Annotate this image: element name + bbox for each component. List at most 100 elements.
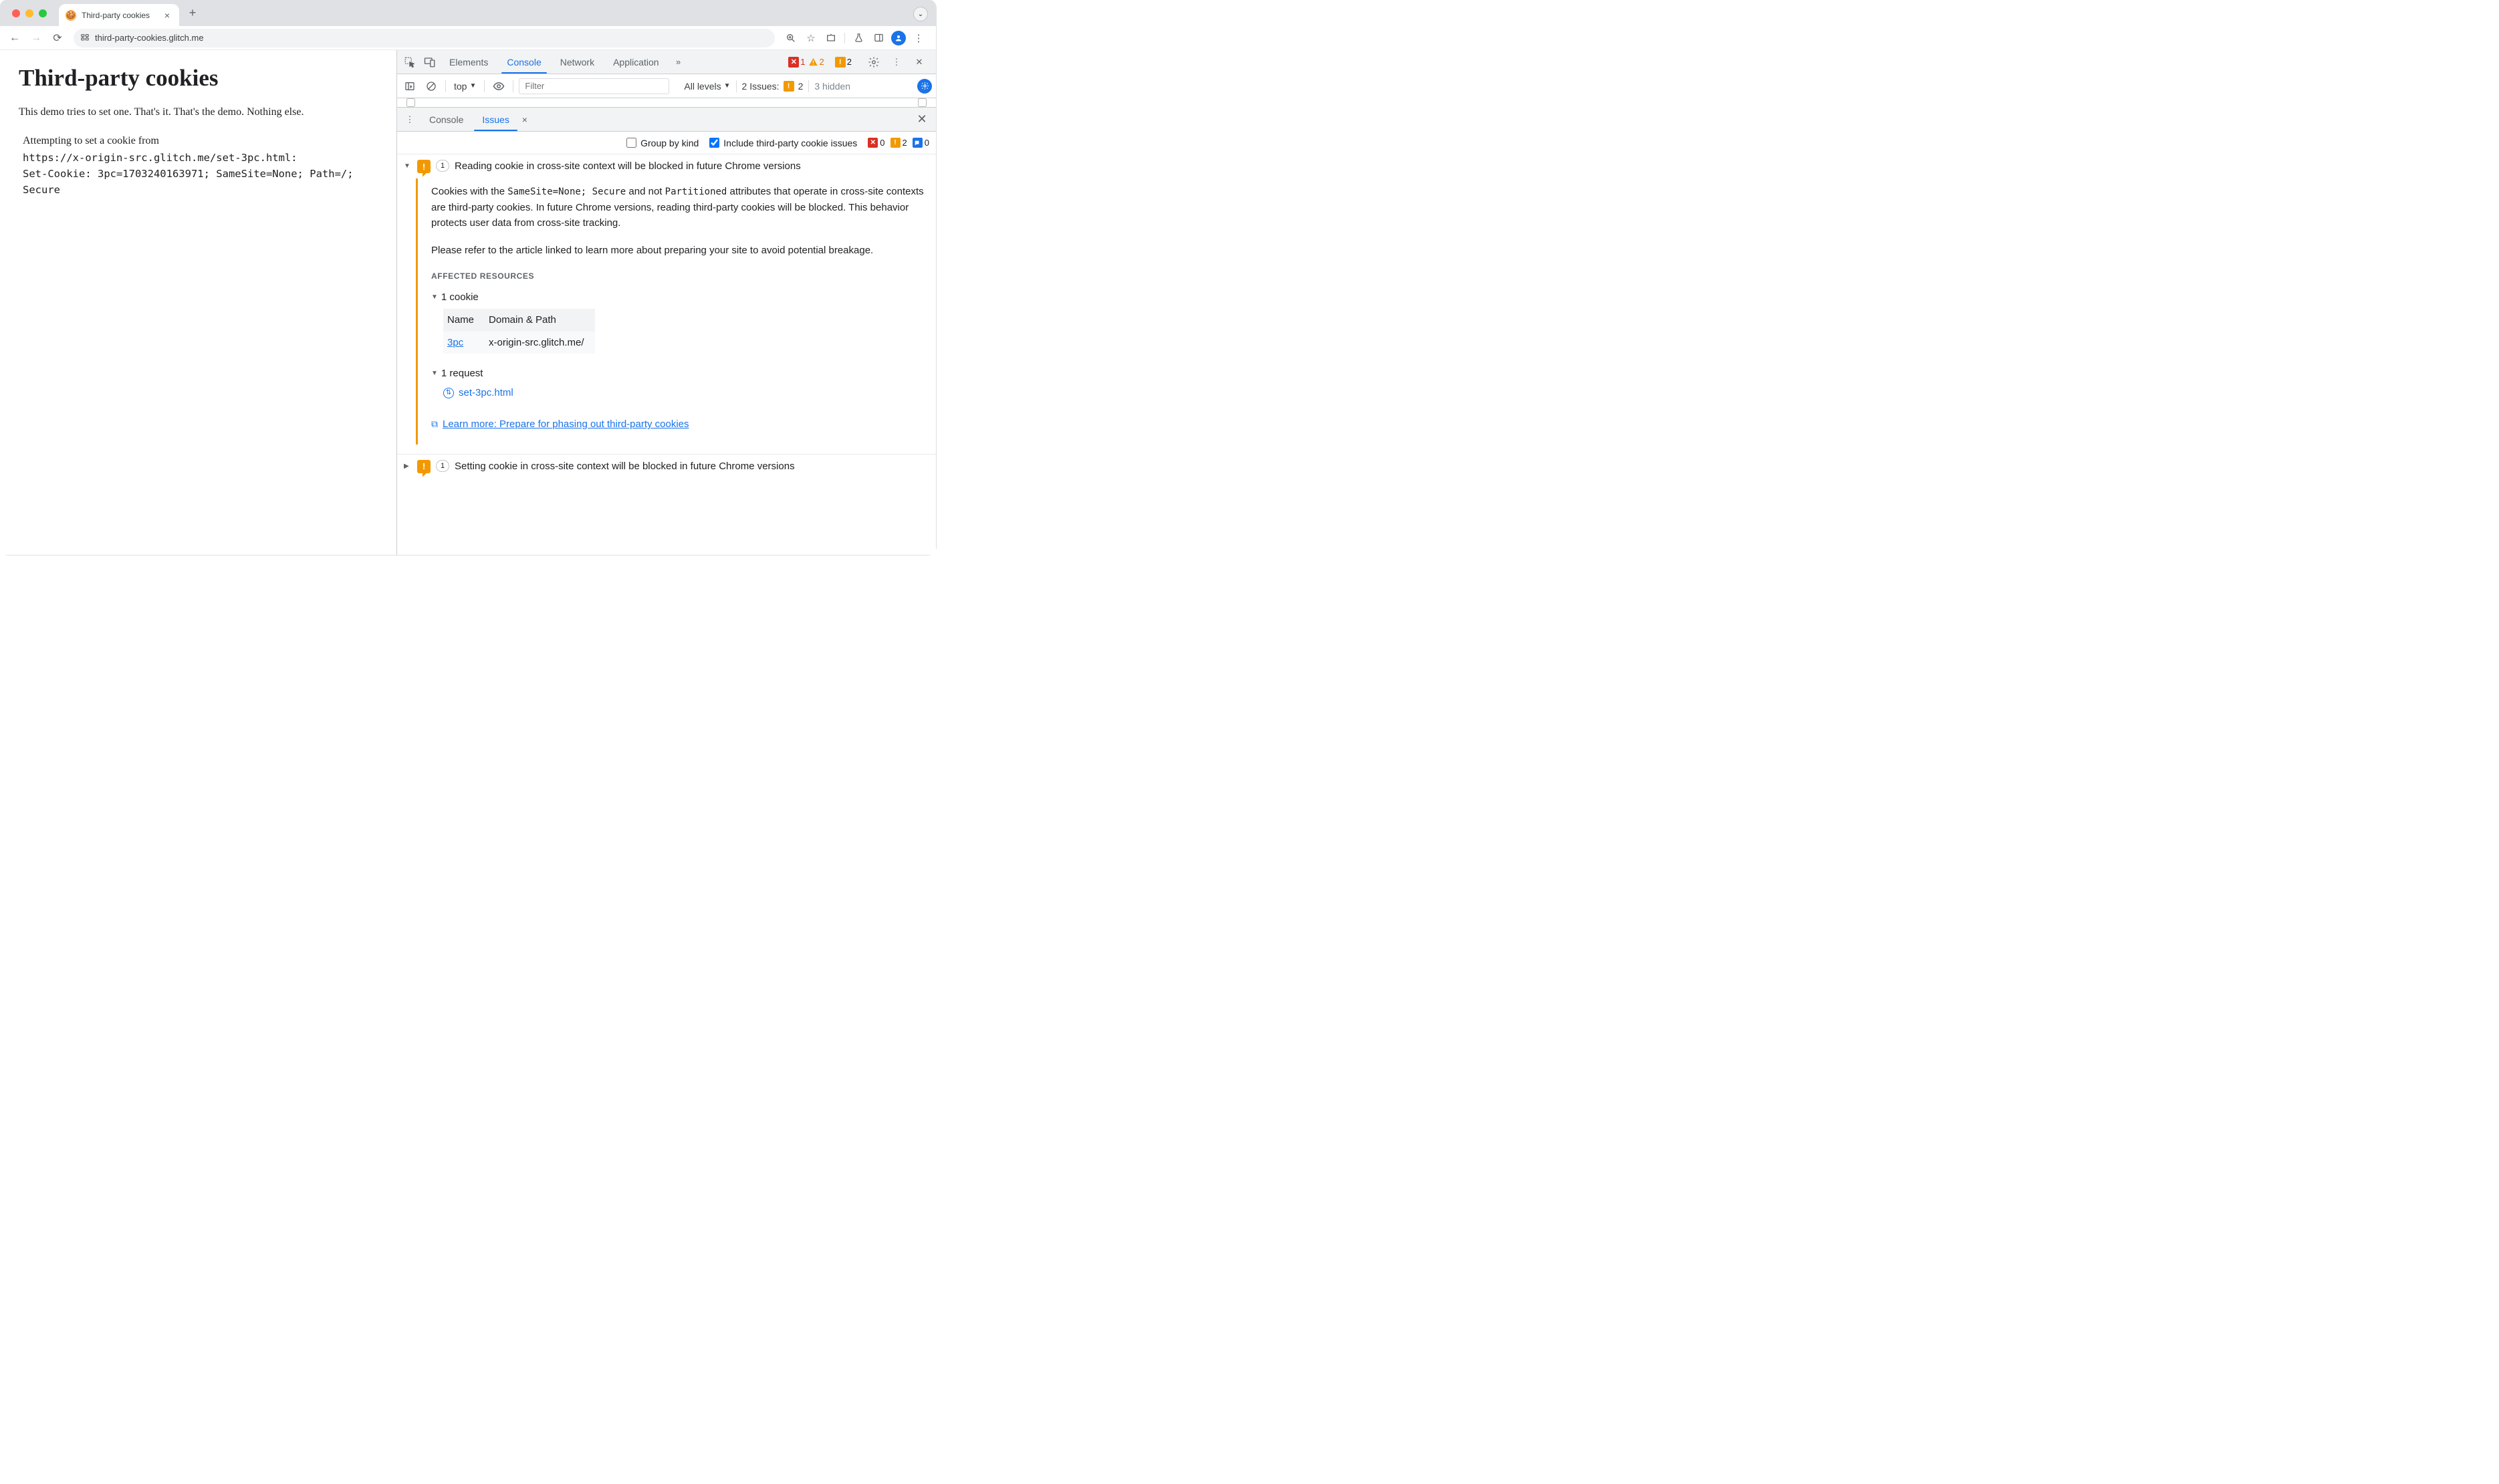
hidden-count[interactable]: 3 hidden: [814, 81, 850, 92]
close-window[interactable]: [12, 9, 20, 17]
issues-counter[interactable]: 2 Issues: !2: [742, 81, 804, 92]
issue-title: Reading cookie in cross-site context wil…: [455, 160, 801, 172]
zoom-icon[interactable]: [782, 29, 800, 47]
issues-list: ▼ ! 1 Reading cookie in cross-site conte…: [397, 154, 936, 555]
error-badge[interactable]: ✕1: [788, 57, 805, 68]
clear-console-icon[interactable]: [423, 78, 440, 95]
drawer-tab-issues[interactable]: Issues: [473, 108, 518, 131]
issue-row[interactable]: ▼ ! 1 Reading cookie in cross-site conte…: [397, 154, 936, 178]
side-panel-icon[interactable]: [869, 29, 888, 47]
issue-counts: ✕0 !2 0: [868, 138, 929, 148]
affected-heading: AFFECTED RESOURCES: [431, 270, 927, 283]
reload-button[interactable]: ⟳: [48, 29, 67, 47]
devtools-tabs: Elements Console Network Application » ✕…: [397, 50, 936, 74]
sidebar-toggle-icon[interactable]: [401, 78, 419, 95]
more-tabs-icon[interactable]: »: [669, 50, 689, 74]
window-controls: [12, 9, 47, 17]
tab-title: Third-party cookies: [82, 11, 156, 20]
forward-button[interactable]: →: [27, 29, 45, 47]
drawer-menu-icon[interactable]: ⋮: [400, 108, 420, 131]
request-icon: ⇅: [443, 388, 454, 398]
cookie-disclosure[interactable]: ▼1 cookie: [431, 289, 927, 305]
separator: [844, 33, 845, 43]
external-link-icon: ⧉: [431, 417, 438, 432]
maximize-window[interactable]: [39, 9, 47, 17]
chrome-menu-icon[interactable]: ⋮: [909, 29, 928, 47]
cookie-table: NameDomain & Path 3pcx-origin-src.glitch…: [443, 309, 595, 354]
back-button[interactable]: ←: [5, 29, 24, 47]
warn-count[interactable]: !2: [890, 138, 907, 148]
warning-badge[interactable]: 2: [808, 57, 824, 67]
device-toggle-icon[interactable]: [420, 50, 440, 74]
issue-row[interactable]: ▶ ! 1 Setting cookie in cross-site conte…: [397, 455, 936, 479]
disclosure-icon[interactable]: ▼: [404, 160, 412, 170]
include-3p-checkbox[interactable]: Include third-party cookie issues: [709, 138, 857, 148]
console-settings-icon[interactable]: [917, 79, 932, 94]
drawer-tabs: ⋮ Console Issues × ✕: [397, 108, 936, 132]
page-title: Third-party cookies: [19, 65, 378, 92]
url-text: third-party-cookies.glitch.me: [95, 33, 204, 43]
drawer-tab-console[interactable]: Console: [420, 108, 473, 131]
tab-network[interactable]: Network: [551, 50, 604, 74]
tab-strip: 🍪 Third-party cookies × + ⌄: [0, 0, 936, 26]
close-drawer-icon[interactable]: ✕: [911, 108, 933, 131]
disclosure-icon[interactable]: ▶: [404, 460, 412, 470]
breaking-change-icon: !: [417, 460, 431, 473]
context-selector[interactable]: top ▼: [451, 81, 479, 92]
console-settings-row: [397, 98, 936, 108]
new-tab-button[interactable]: +: [183, 4, 202, 23]
issue-detail: Cookies with the SameSite=None; Secure a…: [416, 178, 936, 445]
group-by-kind-checkbox[interactable]: Group by kind: [626, 138, 699, 148]
address-bar: ← → ⟳ third-party-cookies.glitch.me ☆ ⋮: [0, 26, 936, 50]
intro-text: This demo tries to set one. That's it. T…: [19, 105, 378, 120]
request-disclosure[interactable]: ▼1 request: [431, 366, 927, 381]
inspect-icon[interactable]: [400, 50, 420, 74]
learn-more: ⧉ Learn more: Prepare for phasing out th…: [431, 416, 927, 432]
error-count[interactable]: ✕0: [868, 138, 884, 148]
cookie-log: Attempting to set a cookie from https://…: [19, 133, 378, 198]
tab-application[interactable]: Application: [604, 50, 669, 74]
devtools-menu-icon[interactable]: ⋮: [886, 57, 907, 68]
settings-icon[interactable]: [864, 56, 884, 68]
extensions-icon[interactable]: [822, 29, 840, 47]
issue-count-pill: 1: [436, 460, 449, 472]
th-domain: Domain & Path: [485, 309, 595, 331]
log-header: Set-Cookie: 3pc=1703240163971; SameSite=…: [23, 166, 378, 198]
levels-selector[interactable]: All levels▼: [684, 81, 730, 92]
issue-count-pill: 1: [436, 160, 449, 172]
close-devtools-icon[interactable]: ✕: [909, 57, 929, 68]
issue-description-2: Please refer to the article linked to le…: [431, 243, 927, 258]
close-issues-tab-icon[interactable]: ×: [519, 108, 531, 131]
tab-search-button[interactable]: ⌄: [913, 7, 928, 21]
minimize-window[interactable]: [25, 9, 33, 17]
filter-input[interactable]: [519, 78, 669, 94]
omnibox[interactable]: third-party-cookies.glitch.me: [74, 29, 775, 47]
toolbar-right: ☆ ⋮: [782, 29, 931, 47]
site-settings-icon[interactable]: [80, 33, 90, 43]
issue-title: Setting cookie in cross-site context wil…: [455, 460, 795, 472]
request-link[interactable]: ⇅ set-3pc.html: [443, 385, 927, 400]
log-url: https://x-origin-src.glitch.me/set-3pc.h…: [23, 150, 378, 166]
labs-icon[interactable]: [849, 29, 868, 47]
issue-description: Cookies with the SameSite=None; Secure a…: [431, 184, 927, 231]
learn-more-link[interactable]: Learn more: Prepare for phasing out thir…: [443, 416, 689, 432]
issues-filter-bar: Group by kind Include third-party cookie…: [397, 132, 936, 154]
browser-tab[interactable]: 🍪 Third-party cookies ×: [59, 4, 179, 26]
issues-badge[interactable]: !2: [835, 57, 852, 68]
console-toolbar: top ▼ All levels▼ 2 Issues: !2 3 hidden: [397, 74, 936, 98]
info-count[interactable]: 0: [913, 138, 929, 148]
devtools-panel: Elements Console Network Application » ✕…: [396, 50, 936, 555]
avatar-icon: [891, 31, 906, 45]
log-line: Attempting to set a cookie from: [23, 133, 378, 150]
favicon-icon: 🍪: [66, 10, 76, 21]
breaking-change-icon: !: [417, 160, 431, 173]
th-name: Name: [443, 309, 485, 331]
cookie-name-link[interactable]: 3pc: [447, 337, 463, 348]
profile-button[interactable]: [889, 29, 908, 47]
live-expression-icon[interactable]: [490, 78, 507, 95]
tab-elements[interactable]: Elements: [440, 50, 497, 74]
close-tab-icon[interactable]: ×: [162, 10, 172, 21]
page-content: Third-party cookies This demo tries to s…: [0, 50, 396, 555]
bookmark-icon[interactable]: ☆: [802, 29, 820, 47]
tab-console[interactable]: Console: [497, 50, 550, 74]
